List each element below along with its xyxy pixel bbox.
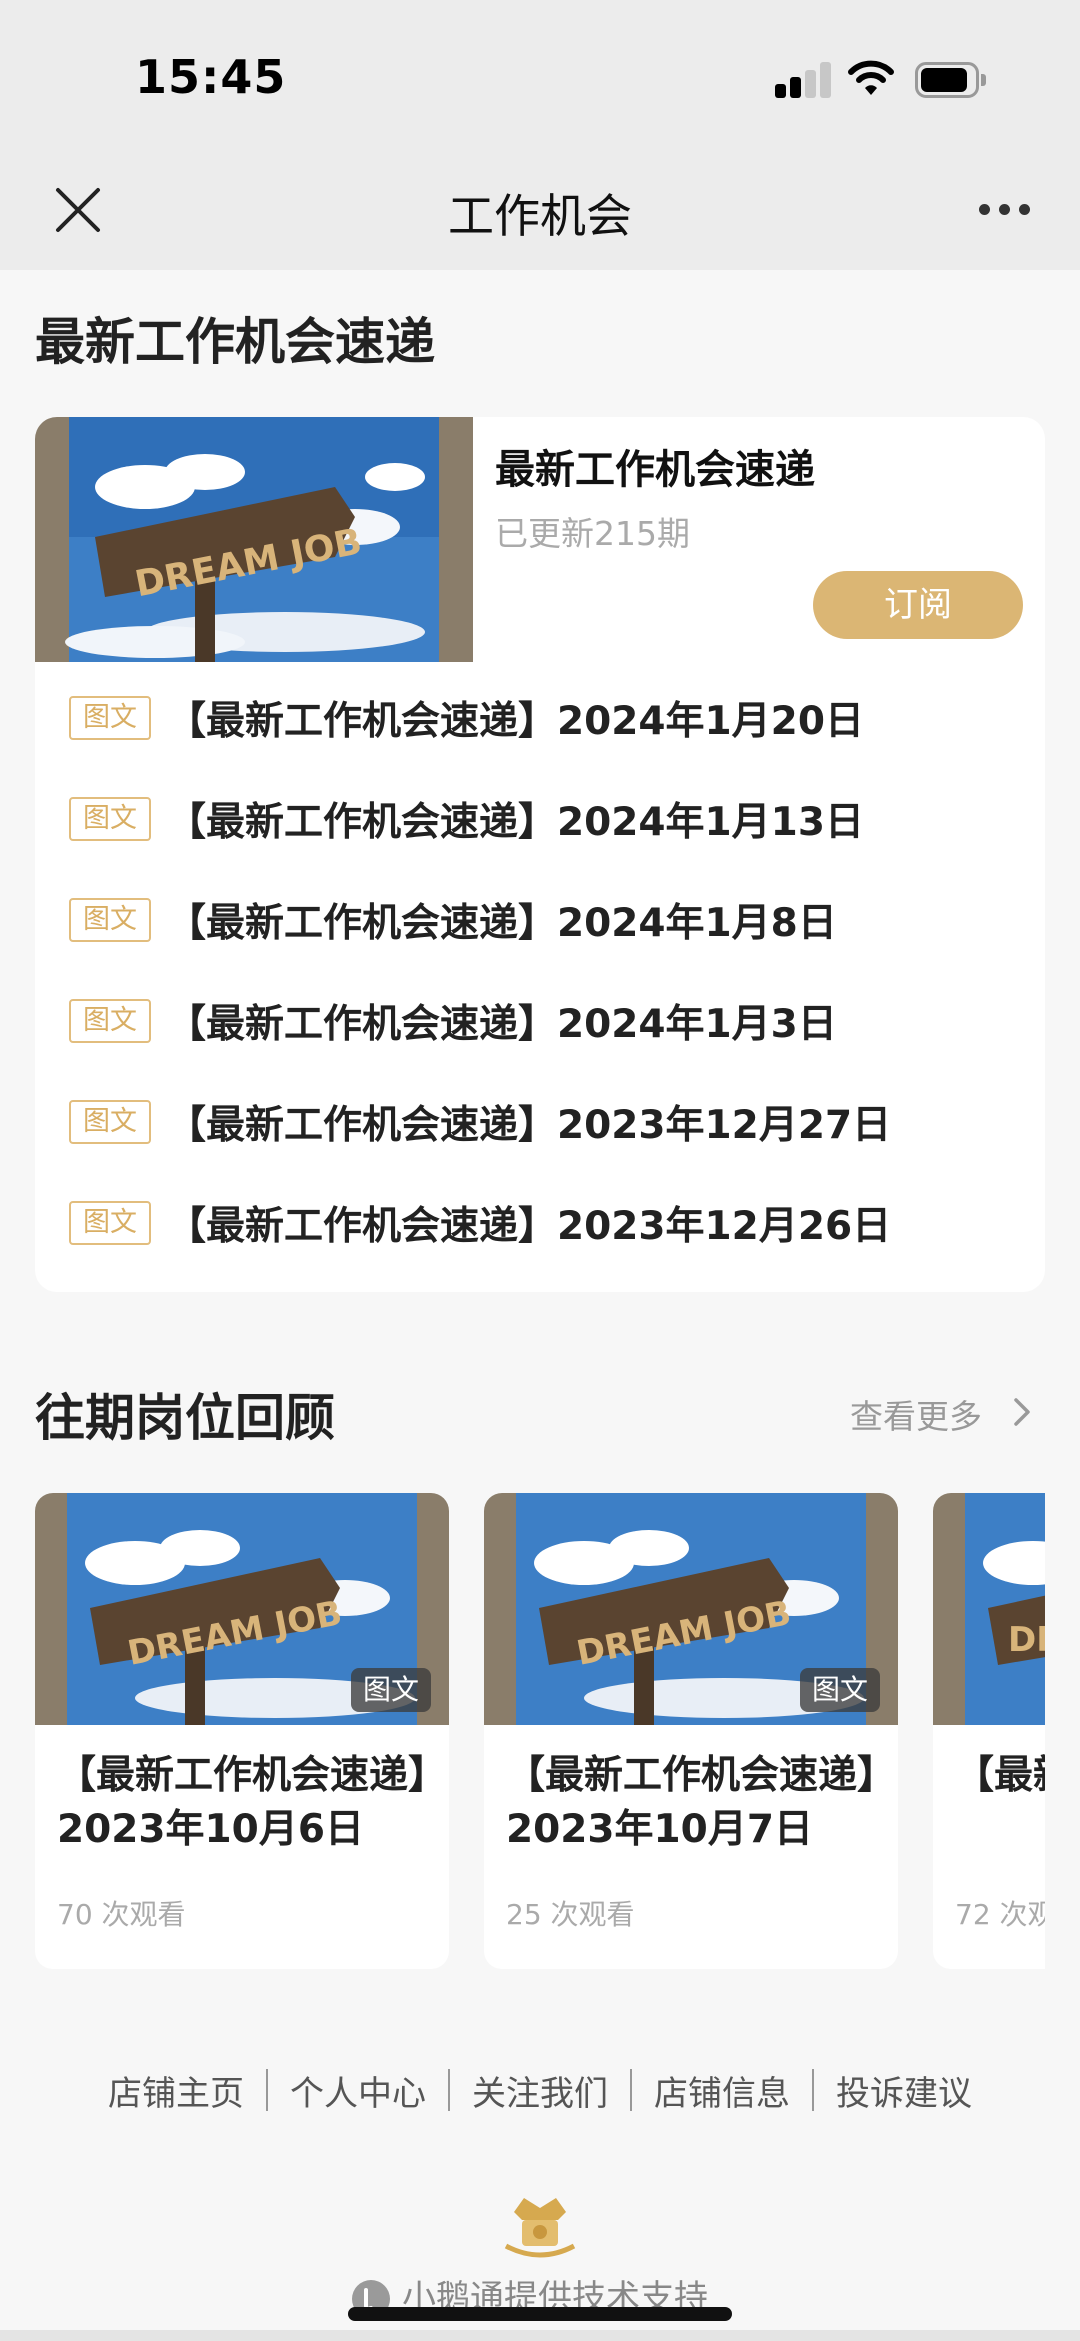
past-article-title: 【最新工作机会速递】2023年10月7日 bbox=[506, 1753, 877, 1852]
column-title: 最新工作机会速递 bbox=[495, 447, 815, 493]
article-type-tag: 图文 bbox=[69, 1100, 151, 1144]
past-article-card[interactable]: DR 【最新工作机会速递】 72 次观看 bbox=[933, 1493, 1045, 1969]
wifi-icon bbox=[848, 60, 894, 95]
subscribe-button[interactable]: 订阅 bbox=[813, 571, 1023, 639]
shop-logo-icon bbox=[504, 2198, 576, 2258]
article-type-tag: 图文 bbox=[69, 1201, 151, 1245]
column-card[interactable]: DREAM JOB 最新工作机会速递 已更新215期 订阅 图文 【最新工作机会… bbox=[35, 417, 1045, 1292]
past-article-type-badge: 图文 bbox=[350, 1668, 431, 1712]
article-item[interactable]: 图文 【最新工作机会速递】2024年1月20日 bbox=[35, 662, 1045, 763]
column-cover-image[interactable]: DREAM JOB bbox=[35, 417, 473, 662]
past-article-views: 25 次观看 bbox=[506, 1898, 635, 1931]
article-title: 【最新工作机会速递】2024年1月20日 bbox=[167, 699, 864, 744]
home-indicator[interactable] bbox=[348, 2307, 732, 2321]
past-article-title: 【最新工作机会速递】2023年10月6日 bbox=[57, 1753, 428, 1852]
article-title: 【最新工作机会速递】2023年12月26日 bbox=[167, 1204, 892, 1249]
past-article-cover: DR bbox=[933, 1493, 1045, 1725]
article-item[interactable]: 图文 【最新工作机会速递】2023年12月26日 bbox=[35, 1167, 1045, 1268]
past-article-title: 【最新工作机会速递】 bbox=[955, 1753, 1045, 1798]
cover-sign-text: DR bbox=[1008, 1620, 1045, 1660]
footer-link-shop-home[interactable]: 店铺主页 bbox=[86, 2066, 266, 2115]
nav-bar: 工作机会 bbox=[0, 160, 1080, 270]
column-update-count: 已更新215期 bbox=[495, 514, 690, 553]
past-section-title: 往期岗位回顾 bbox=[35, 1389, 335, 1447]
latest-section-title: 最新工作机会速递 bbox=[35, 313, 435, 371]
status-bar: 15:45 bbox=[0, 0, 1080, 160]
battery-icon bbox=[915, 62, 987, 98]
past-articles-carousel[interactable]: DREAM JOB 图文 【最新工作机会速递】2023年10月6日 70 次观看… bbox=[35, 1493, 1045, 1973]
article-type-tag: 图文 bbox=[69, 898, 151, 942]
footer-links: 店铺主页 个人中心 关注我们 店铺信息 投诉建议 bbox=[60, 2060, 1020, 2120]
article-title: 【最新工作机会速递】2024年1月13日 bbox=[167, 800, 864, 845]
footer-link-complaints[interactable]: 投诉建议 bbox=[814, 2066, 994, 2115]
footer-link-shop-info[interactable]: 店铺信息 bbox=[632, 2066, 812, 2115]
article-item[interactable]: 图文 【最新工作机会速递】2023年12月27日 bbox=[35, 1066, 1045, 1167]
view-more-link[interactable]: 查看更多 bbox=[850, 1390, 982, 1438]
past-article-views: 70 次观看 bbox=[57, 1898, 186, 1931]
past-article-type-badge: 图文 bbox=[799, 1668, 880, 1712]
chevron-right-icon[interactable] bbox=[1010, 1394, 1036, 1430]
article-type-tag: 图文 bbox=[69, 696, 151, 740]
footer-link-personal-center[interactable]: 个人中心 bbox=[268, 2066, 448, 2115]
more-dots-icon[interactable] bbox=[975, 200, 1035, 220]
article-item[interactable]: 图文 【最新工作机会速递】2024年1月13日 bbox=[35, 763, 1045, 864]
past-article-views: 72 次观看 bbox=[955, 1898, 1045, 1931]
cellular-signal-icon bbox=[775, 62, 831, 98]
article-item[interactable]: 图文 【最新工作机会速递】2024年1月8日 bbox=[35, 864, 1045, 965]
article-type-tag: 图文 bbox=[69, 999, 151, 1043]
article-item[interactable]: 图文 【最新工作机会速递】2024年1月3日 bbox=[35, 965, 1045, 1066]
status-time: 15:45 bbox=[135, 50, 287, 104]
page-title: 工作机会 bbox=[448, 189, 632, 243]
article-type-tag: 图文 bbox=[69, 797, 151, 841]
bottom-strip bbox=[0, 2330, 1080, 2341]
article-title: 【最新工作机会速递】2023年12月27日 bbox=[167, 1103, 892, 1148]
past-article-card[interactable]: DREAM JOB 图文 【最新工作机会速递】2023年10月7日 25 次观看 bbox=[484, 1493, 898, 1969]
article-title: 【最新工作机会速递】2024年1月8日 bbox=[167, 901, 837, 946]
article-title: 【最新工作机会速递】2024年1月3日 bbox=[167, 1002, 837, 1047]
past-article-card[interactable]: DREAM JOB 图文 【最新工作机会速递】2023年10月6日 70 次观看 bbox=[35, 1493, 449, 1969]
footer-link-follow-us[interactable]: 关注我们 bbox=[450, 2066, 630, 2115]
